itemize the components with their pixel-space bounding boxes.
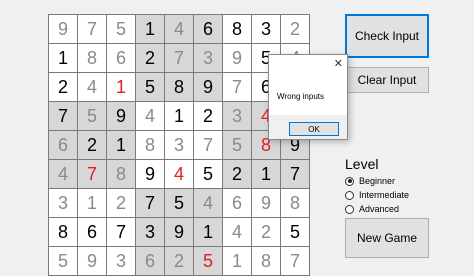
sudoku-cell[interactable]: 7 xyxy=(194,131,222,159)
sudoku-cell[interactable]: 9 xyxy=(223,44,251,72)
sudoku-cell[interactable]: 1 xyxy=(223,247,251,275)
sudoku-cell[interactable]: 6 xyxy=(194,15,222,43)
sudoku-cell[interactable]: 8 xyxy=(136,131,164,159)
sudoku-cell[interactable]: 8 xyxy=(78,44,106,72)
sudoku-cell[interactable]: 1 xyxy=(136,15,164,43)
sudoku-cell[interactable]: 1 xyxy=(165,102,193,130)
sudoku-cell[interactable]: 1 xyxy=(107,73,135,101)
sudoku-cell[interactable]: 9 xyxy=(165,218,193,246)
message-dialog: ✕ Wrong inputs OK xyxy=(268,54,348,140)
sudoku-cell[interactable]: 1 xyxy=(78,189,106,217)
dialog-body: ✕ Wrong inputs xyxy=(269,55,347,115)
sudoku-cell[interactable]: 4 xyxy=(78,73,106,101)
radio-selected-indicator xyxy=(345,176,354,186)
sudoku-cell[interactable]: 9 xyxy=(194,73,222,101)
ok-button[interactable]: OK xyxy=(289,122,339,136)
check-input-button[interactable]: Check Input xyxy=(345,14,429,58)
radio-label: Advanced xyxy=(359,204,400,214)
sudoku-cell[interactable]: 9 xyxy=(107,102,135,130)
sudoku-cell[interactable]: 7 xyxy=(136,189,164,217)
level-title: Level xyxy=(345,156,379,172)
radio-indicator xyxy=(345,204,354,214)
clear-input-button[interactable]: Clear Input xyxy=(345,67,429,93)
sudoku-cell[interactable]: 9 xyxy=(136,160,164,188)
new-game-button[interactable]: New Game xyxy=(345,218,429,258)
sudoku-cell[interactable]: 2 xyxy=(252,218,280,246)
sudoku-cell[interactable]: 5 xyxy=(136,73,164,101)
sudoku-cell[interactable]: 2 xyxy=(78,131,106,159)
sudoku-cell[interactable]: 8 xyxy=(281,189,309,217)
sudoku-cell[interactable]: 6 xyxy=(223,189,251,217)
sudoku-cell[interactable]: 4 xyxy=(136,102,164,130)
sudoku-cell[interactable]: 7 xyxy=(281,160,309,188)
sudoku-cell[interactable]: 7 xyxy=(49,102,77,130)
sudoku-cell[interactable]: 8 xyxy=(49,218,77,246)
sudoku-cell[interactable]: 3 xyxy=(223,102,251,130)
sudoku-cell[interactable]: 5 xyxy=(165,189,193,217)
sudoku-cell[interactable]: 2 xyxy=(49,73,77,101)
radio-indicator xyxy=(345,190,354,200)
sudoku-cell[interactable]: 8 xyxy=(165,73,193,101)
sudoku-cell[interactable]: 1 xyxy=(194,218,222,246)
sudoku-cell[interactable]: 6 xyxy=(78,218,106,246)
sudoku-cell[interactable]: 7 xyxy=(281,247,309,275)
sudoku-cell[interactable]: 4 xyxy=(194,189,222,217)
sudoku-cell[interactable]: 2 xyxy=(194,102,222,130)
sudoku-cell[interactable]: 5 xyxy=(107,15,135,43)
sudoku-cell[interactable]: 1 xyxy=(107,131,135,159)
close-icon[interactable]: ✕ xyxy=(334,57,343,70)
radio-beginner[interactable]: Beginner xyxy=(345,176,395,186)
sudoku-cell[interactable]: 9 xyxy=(252,189,280,217)
sudoku-cell[interactable]: 4 xyxy=(49,160,77,188)
sudoku-cell[interactable]: 5 xyxy=(281,218,309,246)
sudoku-cell[interactable]: 1 xyxy=(252,160,280,188)
sudoku-cell[interactable]: 4 xyxy=(165,15,193,43)
sudoku-cell[interactable]: 7 xyxy=(165,44,193,72)
sudoku-cell[interactable]: 9 xyxy=(78,247,106,275)
sudoku-cell[interactable]: 6 xyxy=(49,131,77,159)
sudoku-cell[interactable]: 2 xyxy=(281,15,309,43)
sudoku-cell[interactable]: 8 xyxy=(107,160,135,188)
sudoku-cell[interactable]: 4 xyxy=(165,160,193,188)
sudoku-cell[interactable]: 8 xyxy=(252,247,280,275)
sudoku-cell[interactable]: 5 xyxy=(194,247,222,275)
sudoku-cell[interactable]: 4 xyxy=(223,218,251,246)
sudoku-cell[interactable]: 9 xyxy=(49,15,77,43)
sudoku-cell[interactable]: 3 xyxy=(136,218,164,246)
sudoku-cell[interactable]: 5 xyxy=(194,160,222,188)
radio-intermediate[interactable]: Intermediate xyxy=(345,190,409,200)
sudoku-cell[interactable]: 3 xyxy=(194,44,222,72)
sudoku-cell[interactable]: 1 xyxy=(49,44,77,72)
sudoku-cell[interactable]: 5 xyxy=(49,247,77,275)
dialog-message: Wrong inputs xyxy=(277,92,324,101)
sudoku-cell[interactable]: 7 xyxy=(78,15,106,43)
sudoku-cell[interactable]: 7 xyxy=(107,218,135,246)
sudoku-cell[interactable]: 2 xyxy=(223,160,251,188)
sudoku-cell[interactable]: 3 xyxy=(252,15,280,43)
sudoku-cell[interactable]: 5 xyxy=(78,102,106,130)
sudoku-cell[interactable]: 6 xyxy=(107,44,135,72)
sudoku-cell[interactable]: 3 xyxy=(107,247,135,275)
sudoku-cell[interactable]: 6 xyxy=(136,247,164,275)
sudoku-cell[interactable]: 7 xyxy=(78,160,106,188)
sudoku-cell[interactable]: 2 xyxy=(165,247,193,275)
sudoku-cell[interactable]: 3 xyxy=(165,131,193,159)
sudoku-cell[interactable]: 3 xyxy=(49,189,77,217)
radio-advanced[interactable]: Advanced xyxy=(345,204,399,214)
sudoku-cell[interactable]: 2 xyxy=(136,44,164,72)
sudoku-cell[interactable]: 7 xyxy=(223,73,251,101)
radio-label: Beginner xyxy=(359,176,396,186)
radio-label: Intermediate xyxy=(359,190,410,200)
sudoku-cell[interactable]: 5 xyxy=(223,131,251,159)
sudoku-cell[interactable]: 8 xyxy=(223,15,251,43)
sudoku-cell[interactable]: 2 xyxy=(107,189,135,217)
